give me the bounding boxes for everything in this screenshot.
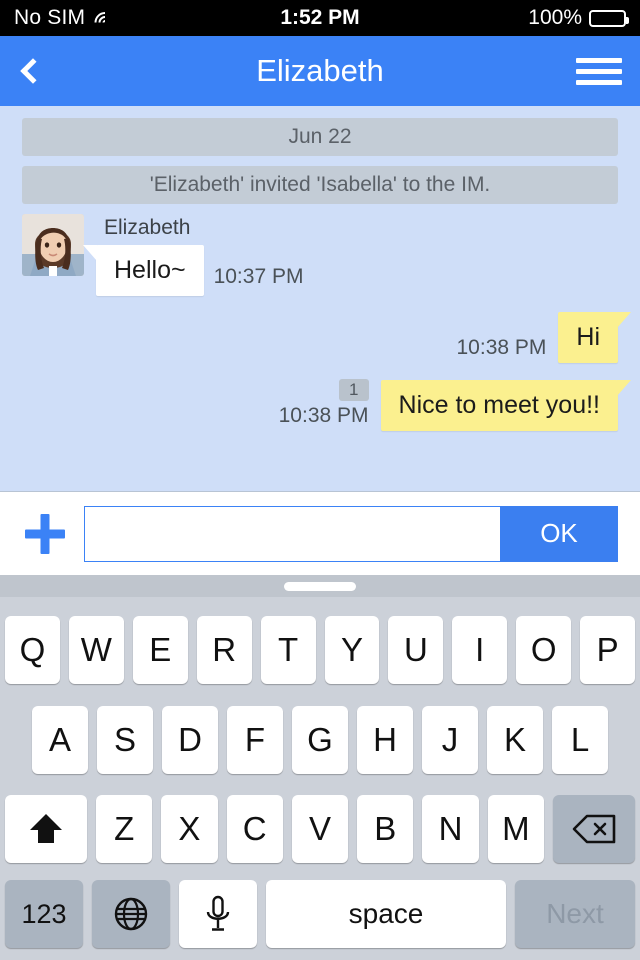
chat-app-screen: No SIM 1:52 PM 100% Elizabeth Jun 22 'El… [0,0,640,960]
message-timestamp: 10:38 PM [278,404,369,427]
page-title: Elizabeth [256,53,384,88]
sender-name: Elizabeth [104,216,191,239]
drag-handle[interactable] [284,581,356,591]
send-button[interactable]: OK [500,505,618,562]
outgoing-meta: 10:38 PM [457,336,547,360]
globe-key[interactable] [92,880,170,949]
key-e[interactable]: E [132,615,188,684]
shift-key[interactable] [5,795,88,864]
numeric-key[interactable]: 123 [5,880,83,949]
message-timestamp: 10:37 PM [213,265,304,288]
globe-icon [114,897,148,931]
key-d[interactable]: D [162,705,218,774]
space-key[interactable]: space [266,880,506,949]
hamburger-menu-icon[interactable] [576,51,622,91]
outgoing-meta: 1 10:38 PM [279,379,369,428]
key-r[interactable]: R [196,615,252,684]
key-w[interactable]: W [68,615,124,684]
delete-key[interactable] [552,795,635,864]
on-screen-keyboard: Q W E R T Y U I O P A S D F G H J K L Z … [0,575,640,960]
keyboard-drag-bar[interactable] [0,575,640,597]
unread-count-badge: 1 [339,379,369,401]
key-f[interactable]: F [227,705,283,774]
key-g[interactable]: G [292,705,348,774]
key-j[interactable]: J [422,705,478,774]
key-z[interactable]: Z [96,795,153,864]
outgoing-message: 10:38 PM Hi [0,312,640,363]
avatar[interactable] [22,214,84,276]
key-a[interactable]: A [32,705,88,774]
input-field-wrapper: OK [84,505,618,562]
keyboard-row-1: Q W E R T Y U I O P [0,605,640,695]
key-s[interactable]: S [97,705,153,774]
avatar-photo [22,214,84,276]
key-x[interactable]: X [161,795,218,864]
back-button[interactable] [18,47,62,95]
key-v[interactable]: V [291,795,349,864]
key-b[interactable]: B [357,795,414,864]
keyboard-row-3: Z X C V B N M [0,784,640,874]
status-bar-right: 100% [528,6,629,30]
key-u[interactable]: U [388,615,444,684]
incoming-message-body: Elizabeth Hello~ 10:37 PM [83,214,304,296]
carrier-label: No SIM [14,6,86,29]
chat-message-list[interactable]: Jun 22 'Elizabeth' invited 'Isabella' to… [0,106,640,491]
next-key[interactable]: Next [515,880,635,949]
incoming-bubble-row: Hello~ 10:37 PM [83,245,304,296]
outgoing-message: 1 10:38 PM Nice to meet you!! [0,379,640,431]
key-y[interactable]: Y [324,615,380,684]
battery-full-icon [589,9,629,27]
message-bubble[interactable]: Hello~ [83,245,204,296]
key-q[interactable]: Q [4,615,60,684]
back-chevron-icon [20,58,46,84]
status-bar: No SIM 1:52 PM 100% [0,0,640,38]
key-o[interactable]: O [516,615,572,684]
system-message: 'Elizabeth' invited 'Isabella' to the IM… [22,166,618,204]
navigation-bar: Elizabeth [0,36,640,106]
message-timestamp: 10:38 PM [456,336,547,359]
date-divider: Jun 22 [22,118,618,156]
keyboard-rows: Q W E R T Y U I O P A S D F G H J K L Z … [0,597,640,960]
key-h[interactable]: H [357,705,413,774]
keyboard-row-4: 123 space Next [0,874,640,954]
key-n[interactable]: N [422,795,479,864]
key-c[interactable]: C [226,795,283,864]
keyboard-row-2: A S D F G H J K L [0,695,640,785]
key-t[interactable]: T [260,615,316,684]
wifi-icon [90,7,121,38]
battery-percent-label: 100% [528,6,582,29]
microphone-icon [206,895,230,931]
dictation-key[interactable] [179,880,257,949]
message-input[interactable] [84,505,500,562]
key-l[interactable]: L [552,705,608,774]
incoming-message: Elizabeth Hello~ 10:37 PM [0,214,640,296]
message-input-bar: OK [0,491,640,575]
status-bar-left: No SIM [14,6,121,38]
key-k[interactable]: K [487,705,543,774]
message-bubble[interactable]: Hi [558,312,631,363]
shift-arrow-icon [30,814,63,844]
message-bubble[interactable]: Nice to meet you!! [380,380,632,431]
plus-icon[interactable] [22,511,68,557]
key-i[interactable]: I [452,615,508,684]
key-p[interactable]: P [580,615,636,684]
backspace-icon [572,814,616,844]
key-m[interactable]: M [487,795,544,864]
